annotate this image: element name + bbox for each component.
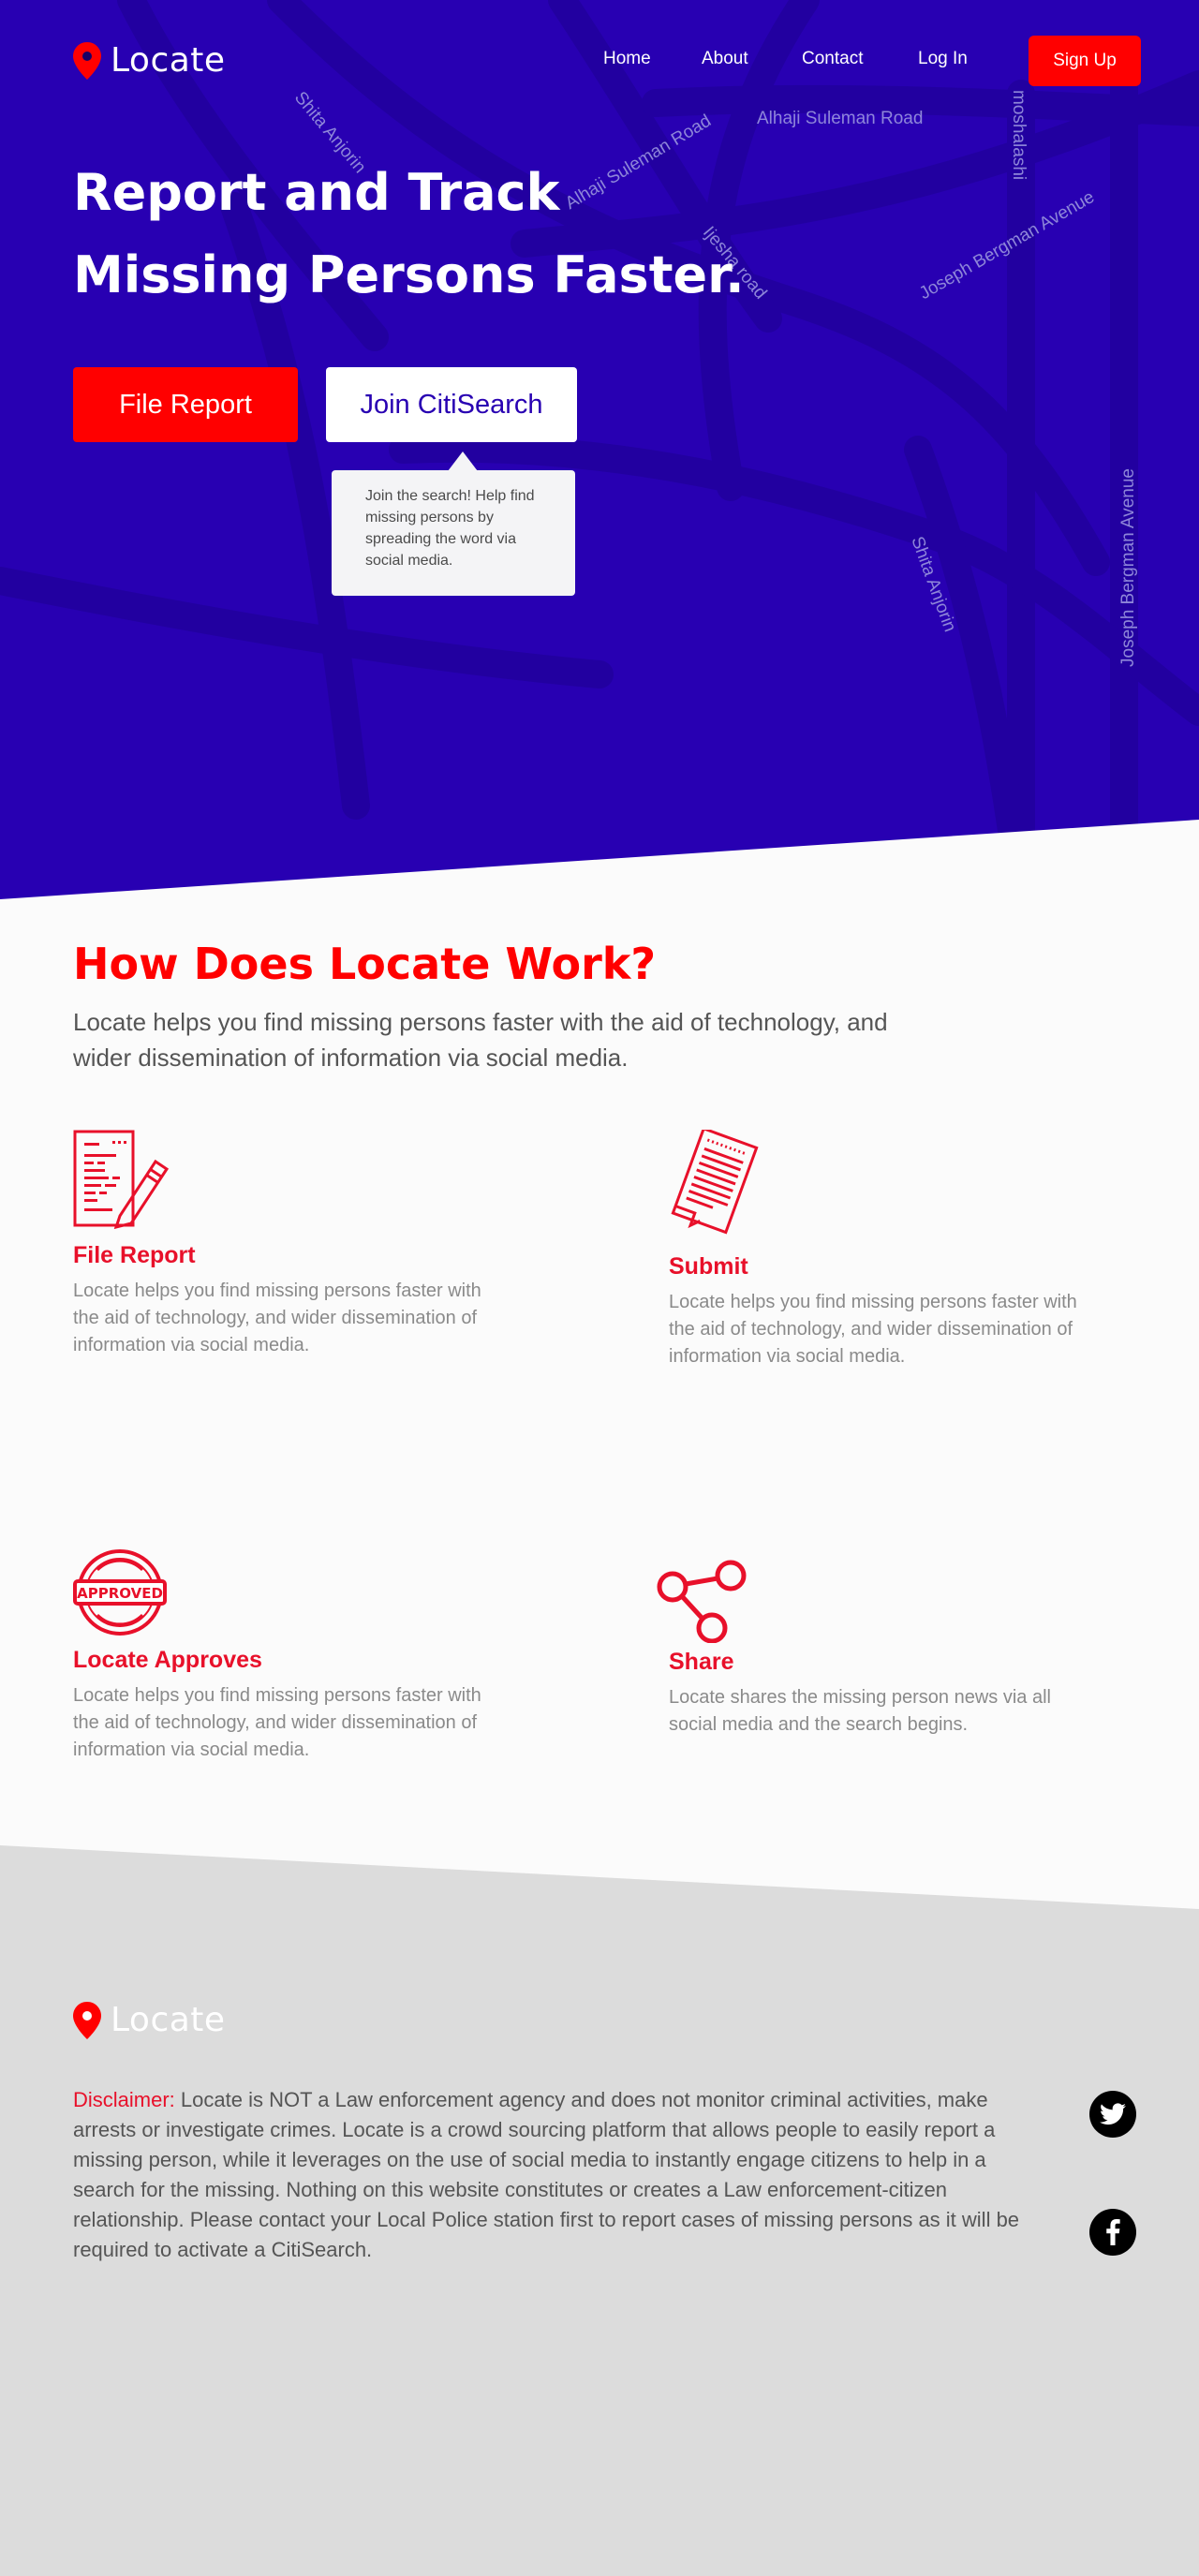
step-locate-approves: APPROVED Locate Approves Locate helps yo… — [73, 1549, 504, 1774]
how-it-works-title: How Does Locate Work? — [73, 939, 657, 989]
top-navigation: Locate Home About Contact Log In Sign Up — [0, 0, 1199, 122]
twitter-icon — [1100, 2103, 1126, 2125]
footer-logo[interactable]: Locate — [73, 2001, 226, 2039]
step-description: Locate helps you find missing persons fa… — [73, 1281, 481, 1355]
hero-section: Shita Anjorin Alhaji Suleman Road Alhaji… — [0, 0, 1199, 899]
hero-title: Report and Track Missing Persons Faster. — [73, 152, 748, 317]
hero-slant — [0, 820, 1199, 899]
submit-document-icon — [671, 1130, 759, 1235]
step-file-report: File Report Locate helps you find missin… — [73, 1130, 504, 1373]
join-tooltip: Join the search! Help find missing perso… — [332, 470, 575, 596]
share-icon — [657, 1560, 747, 1643]
logo[interactable]: Locate — [73, 41, 226, 80]
hero-title-line-1: Report and Track — [73, 163, 560, 222]
approved-stamp-icon: APPROVED — [73, 1549, 167, 1636]
step-title: File Report — [73, 1242, 196, 1268]
step-description: Locate helps you find missing persons fa… — [73, 1685, 481, 1760]
nav-about[interactable]: About — [702, 49, 748, 69]
footer-logo-text: Locate — [111, 2001, 226, 2039]
join-citisearch-button[interactable]: Join CitiSearch — [326, 367, 577, 442]
step-title: Submit — [669, 1253, 748, 1280]
disclaimer: Disclaimer: Locate is NOT a Law enforcem… — [73, 2085, 1038, 2265]
logo-text: Locate — [111, 41, 226, 80]
tooltip-arrow — [448, 452, 478, 471]
nav-login[interactable]: Log In — [918, 49, 968, 69]
location-pin-icon — [73, 2001, 101, 2039]
hero-title-line-2: Missing Persons Faster. — [73, 245, 745, 304]
facebook-icon — [1106, 2219, 1120, 2245]
facebook-link[interactable] — [1089, 2209, 1136, 2256]
step-description: Locate helps you find missing persons fa… — [669, 1292, 1077, 1367]
step-submit: Submit Locate helps you find missing per… — [669, 1130, 1100, 1383]
step-description: Locate shares the missing person news vi… — [669, 1687, 1051, 1735]
disclaimer-text: Locate is NOT a Law enforcement agency a… — [73, 2088, 1020, 2261]
approved-stamp-text: APPROVED — [77, 1585, 163, 1602]
twitter-link[interactable] — [1089, 2091, 1136, 2138]
nav-home[interactable]: Home — [603, 49, 651, 69]
file-report-button[interactable]: File Report — [73, 367, 298, 442]
location-pin-icon — [73, 41, 101, 80]
step-share: Share Locate shares the missing person n… — [656, 1559, 1087, 1765]
signup-button[interactable]: Sign Up — [1029, 36, 1141, 86]
nav-contact[interactable]: Contact — [802, 49, 863, 69]
disclaimer-label: Disclaimer: — [73, 2088, 175, 2111]
step-title: Locate Approves — [73, 1647, 262, 1673]
step-title: Share — [669, 1649, 734, 1675]
file-report-icon — [73, 1130, 170, 1229]
how-it-works-subtitle: Locate helps you find missing persons fa… — [73, 1008, 888, 1072]
